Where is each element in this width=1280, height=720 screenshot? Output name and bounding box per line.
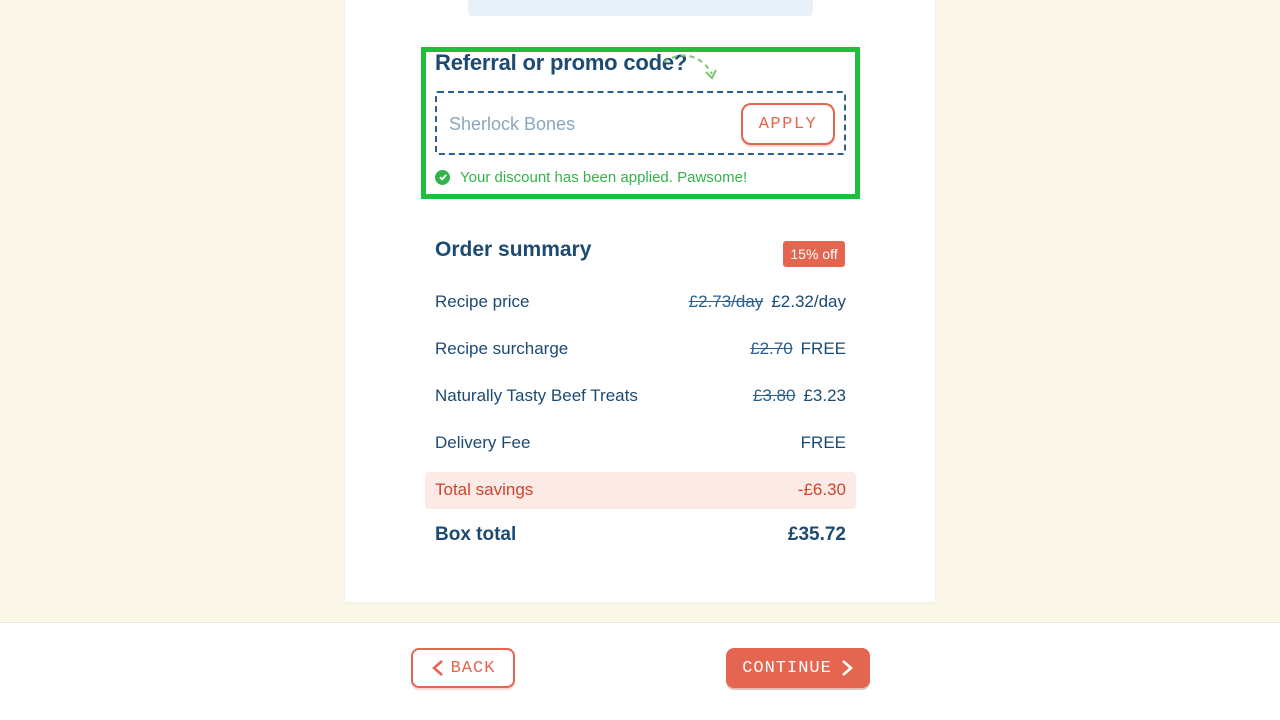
success-text: Your discount has been applied. Pawsome!	[460, 168, 748, 186]
discounted-price: £3.23	[803, 386, 846, 405]
row-label: Naturally Tasty Beef Treats	[435, 386, 638, 405]
original-price: £2.70	[750, 339, 793, 358]
original-price: £3.80	[752, 386, 796, 405]
total-value: £35.72	[787, 524, 846, 545]
discount-badge: 15% off	[783, 241, 845, 267]
continue-button[interactable]: CONTINUE	[726, 648, 870, 688]
discounted-price: £2.32/day	[771, 292, 846, 311]
promo-code-input[interactable]	[449, 110, 729, 138]
summary-row-delivery-fee: Delivery Fee FREE	[435, 431, 846, 455]
original-price: £2.73/day	[688, 292, 764, 311]
savings-label: Total savings	[435, 480, 534, 499]
row-label: Delivery Fee	[435, 433, 531, 452]
back-button[interactable]: BACK	[411, 648, 515, 688]
back-label: BACK	[450, 658, 496, 678]
summary-row-recipe-surcharge: Recipe surcharge £2.70 FREE	[435, 337, 846, 361]
footer-bar: BACK CONTINUE	[0, 622, 1280, 720]
check-circle-icon	[435, 169, 450, 185]
row-label: Recipe surcharge	[435, 339, 569, 358]
discount-success-message: Your discount has been applied. Pawsome!	[435, 168, 747, 186]
promo-title: Referral or promo code?	[435, 50, 688, 75]
continue-label: CONTINUE	[742, 658, 832, 678]
discounted-price: FREE	[800, 339, 846, 358]
summary-row-box-total: Box total £35.72	[435, 523, 846, 547]
summary-row-recipe-price: Recipe price £2.73/day £2.32/day	[435, 290, 846, 314]
curved-arrow-icon	[663, 54, 717, 80]
order-summary-title: Order summary	[435, 238, 592, 261]
delivery-price: FREE	[800, 433, 846, 452]
chevron-right-icon	[841, 660, 853, 676]
summary-row-total-savings: Total savings -£6.30	[435, 478, 846, 502]
info-banner	[468, 0, 813, 16]
chevron-left-icon	[431, 660, 443, 676]
promo-code-field: APPLY	[435, 91, 846, 155]
total-label: Box total	[435, 524, 517, 545]
apply-button[interactable]: APPLY	[741, 103, 835, 145]
summary-row-beef-treats: Naturally Tasty Beef Treats £3.80 £3.23	[435, 384, 846, 408]
savings-value: -£6.30	[797, 480, 846, 499]
row-label: Recipe price	[435, 292, 530, 311]
